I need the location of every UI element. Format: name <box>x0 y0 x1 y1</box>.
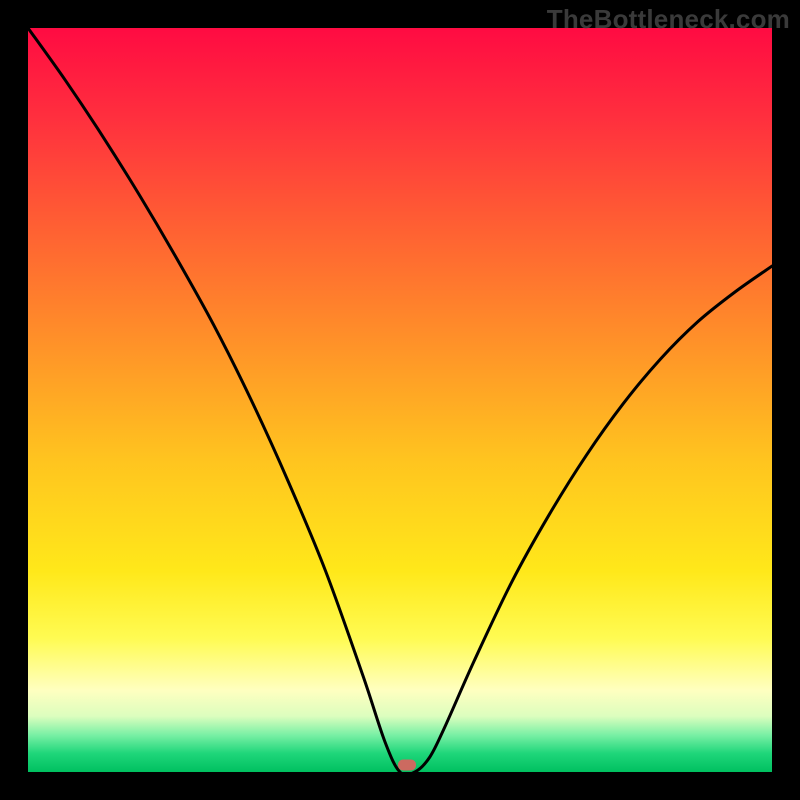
chart-frame: TheBottleneck.com <box>0 0 800 800</box>
optimum-marker <box>398 759 416 770</box>
bottleneck-curve-path <box>28 28 772 772</box>
curve-svg <box>28 28 772 772</box>
plot-area <box>28 28 772 772</box>
attribution-label: TheBottleneck.com <box>547 4 790 35</box>
